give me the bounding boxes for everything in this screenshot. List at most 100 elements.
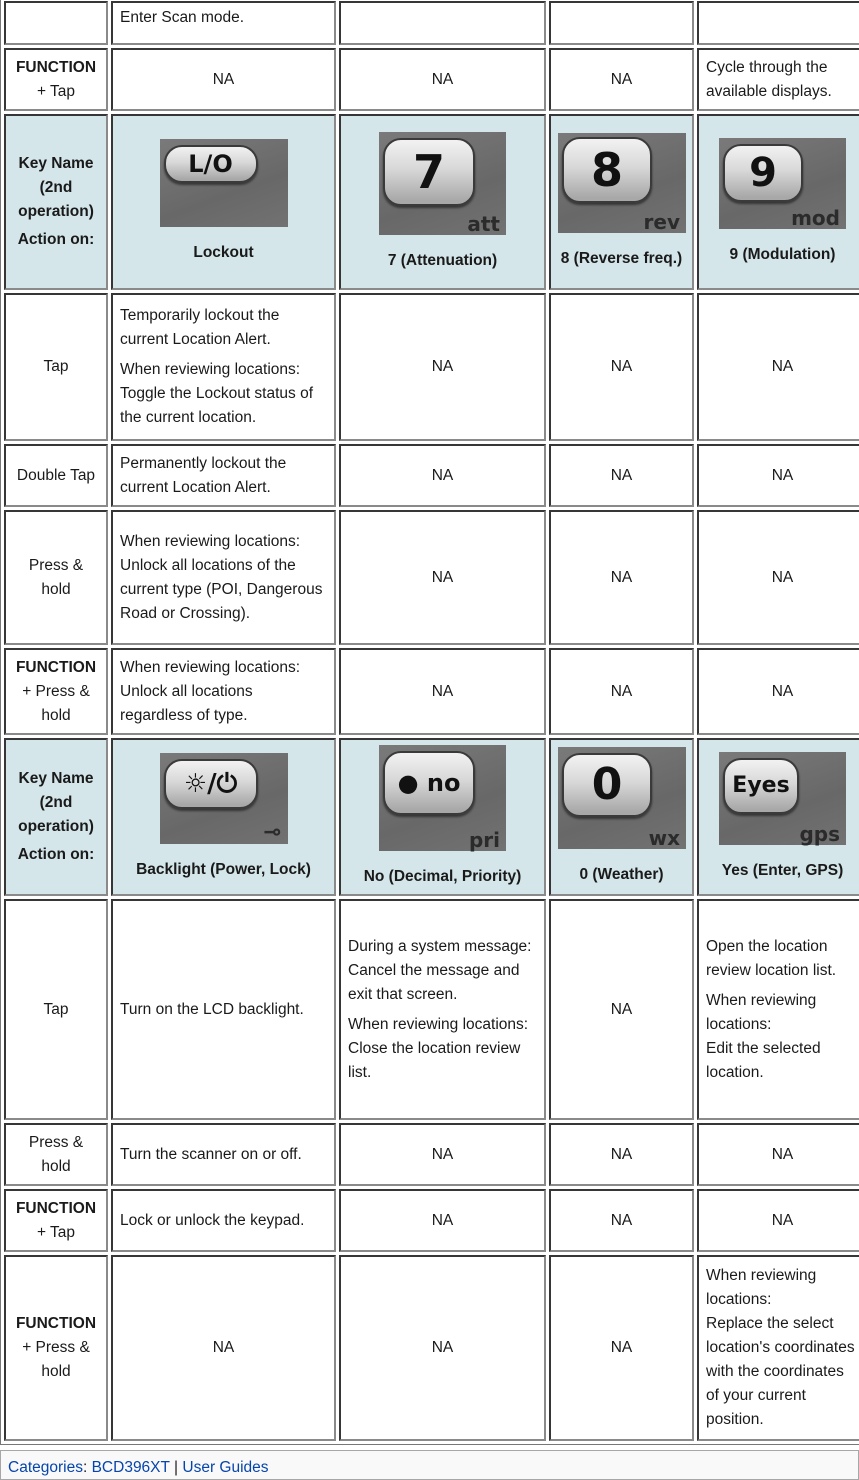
table-cell: NA — [339, 293, 546, 441]
key-name: 9 (Modulation) — [729, 245, 836, 263]
action-modifier: FUNCTION — [15, 1199, 97, 1217]
table-cell: Open the location review location list. … — [697, 899, 859, 1120]
action-cell: FUNCTION + Press & hold — [4, 648, 108, 735]
action-cell: Tap — [4, 293, 108, 441]
table-cell: During a system message: Cancel the mess… — [339, 899, 546, 1120]
key-name: Backlight (Power, Lock) — [136, 860, 311, 878]
table-cell: NA — [339, 48, 546, 111]
table-cell: NA — [697, 1189, 859, 1252]
action-label: + Press & hold — [22, 682, 90, 724]
header-label-cell: Key Name (2nd operation) Action on: — [4, 738, 108, 896]
key-cell-8: 8 rev 8 (Reverse freq.) — [549, 114, 694, 290]
table-cell: NA — [697, 1123, 859, 1186]
table-cell: NA — [339, 510, 546, 645]
table-cell: NA — [549, 48, 694, 111]
category-link-bcd396xt[interactable]: BCD396XT — [92, 1459, 170, 1476]
action-cell — [4, 1, 108, 45]
action-cell: FUNCTION + Press & hold — [4, 1255, 108, 1441]
table-cell: When reviewing locations: Unlock all loc… — [111, 648, 336, 735]
key-header-row: Key Name (2nd operation) Action on: ☼/⏻ ⊸… — [4, 738, 859, 896]
table-cell: NA — [339, 1189, 546, 1252]
key-name: 7 (Attenuation) — [387, 251, 498, 269]
key-cell-backlight: ☼/⏻ ⊸ Backlight (Power, Lock) — [111, 738, 336, 896]
categories-colon: : — [82, 1459, 92, 1476]
table-cell — [549, 1, 694, 45]
table-cell: NA — [549, 1255, 694, 1441]
table-cell: NA — [339, 1255, 546, 1441]
table-cell: Turn on the LCD backlight. — [111, 899, 336, 1120]
yes-enter-key-icon: Eyes gps — [719, 751, 846, 845]
key-cell-0: 0 wx 0 (Weather) — [549, 738, 694, 896]
table-row: Press & hold Turn the scanner on or off.… — [4, 1123, 859, 1186]
action-cell: FUNCTION + Tap — [4, 1189, 108, 1252]
key-name: 0 (Weather) — [579, 866, 664, 883]
key-header-row: Key Name (2nd operation) Action on: L/O L… — [4, 114, 859, 290]
key-cell-9: 9 mod 9 (Modulation) — [697, 114, 859, 290]
table-cell: NA — [697, 444, 859, 507]
table-cell: NA — [111, 48, 336, 111]
table-cell: NA — [549, 1189, 694, 1252]
table-cell: NA — [549, 444, 694, 507]
table-cell: Enter Scan mode. — [111, 1, 336, 45]
categories-bar: Categories: BCD396XT | User Guides — [0, 1450, 859, 1480]
action-modifier: FUNCTION — [15, 658, 97, 676]
table-cell — [697, 1, 859, 45]
table-cell: NA — [339, 648, 546, 735]
eight-key-icon: 8 rev — [558, 133, 686, 233]
action-cell: FUNCTION + Tap — [4, 48, 108, 111]
key-cell-lockout: L/O Lockout — [111, 114, 336, 290]
table-cell: NA — [339, 444, 546, 507]
no-decimal-key-icon: ● no pri — [379, 745, 506, 851]
action-label: + Tap — [36, 82, 76, 100]
table-cell: NA — [111, 1255, 336, 1441]
table-row: FUNCTION + Press & hold When reviewing lo… — [4, 648, 859, 735]
action-label: + Press & hold — [22, 1339, 90, 1380]
table-cell: NA — [549, 510, 694, 645]
action-cell: Double Tap — [4, 444, 108, 507]
table-row: Tap Turn on the LCD backlight. During a … — [4, 899, 859, 1120]
table-cell: NA — [339, 1123, 546, 1186]
key-name-label: Key Name (2nd operation) — [18, 155, 94, 220]
table-row: FUNCTION + Tap Lock or unlock the keypad.… — [4, 1189, 859, 1252]
table-row: Enter Scan mode. — [4, 1, 859, 45]
action-cell: Press & hold — [4, 1123, 108, 1186]
table-cell — [339, 1, 546, 45]
key-name: No (Decimal, Priority) — [363, 868, 522, 885]
table-cell: NA — [697, 293, 859, 441]
page-content: Enter Scan mode. FUNCTION + Tap NA NA NA … — [0, 0, 859, 1445]
categories-link[interactable]: Categories — [8, 1459, 83, 1476]
key-cell-yes: Eyes gps Yes (Enter, GPS) — [697, 738, 859, 896]
action-on-label: Action on: — [17, 231, 95, 248]
key-name: 8 (Reverse freq.) — [560, 250, 683, 267]
category-link-user-guides[interactable]: User Guides — [182, 1459, 268, 1476]
action-modifier: FUNCTION — [15, 58, 97, 76]
table-row: FUNCTION + Tap NA NA NA Cycle through the… — [4, 48, 859, 111]
key-name: Yes (Enter, GPS) — [721, 861, 844, 879]
header-label-cell: Key Name (2nd operation) Action on: — [4, 114, 108, 290]
key-cell-no: ● no pri No (Decimal, Priority) — [339, 738, 546, 896]
action-on-label: Action on: — [17, 846, 95, 863]
table-cell: Permanently lockout the current Location… — [111, 444, 336, 507]
key-function-table: Enter Scan mode. FUNCTION + Tap NA NA NA … — [0, 0, 859, 1445]
table-cell: NA — [549, 648, 694, 735]
nine-key-icon: 9 mod — [719, 137, 846, 229]
table-cell: When reviewing locations: Unlock all loc… — [111, 510, 336, 645]
table-cell: Temporarily lockout the current Location… — [111, 293, 336, 441]
table-cell: NA — [697, 510, 859, 645]
key-cell-7: 7 att 7 (Attenuation) — [339, 114, 546, 290]
table-cell: NA — [549, 1123, 694, 1186]
action-label: + Tap — [36, 1223, 76, 1241]
action-cell: Tap — [4, 899, 108, 1120]
lockout-key-icon: L/O — [159, 139, 288, 227]
key-lock-icon: ⊸ — [263, 819, 282, 845]
action-modifier: FUNCTION — [15, 1315, 97, 1332]
table-cell: When reviewing locations: Replace the se… — [697, 1255, 859, 1441]
category-separator: | — [174, 1459, 179, 1476]
table-cell: NA — [549, 293, 694, 441]
action-cell: Press & hold — [4, 510, 108, 645]
zero-key-icon: 0 wx — [558, 747, 686, 849]
key-name: Lockout — [193, 244, 254, 261]
table-cell: NA — [697, 648, 859, 735]
key-name-label: Key Name (2nd operation) — [18, 770, 94, 835]
table-row: Double Tap Permanently lockout the curre… — [4, 444, 859, 507]
